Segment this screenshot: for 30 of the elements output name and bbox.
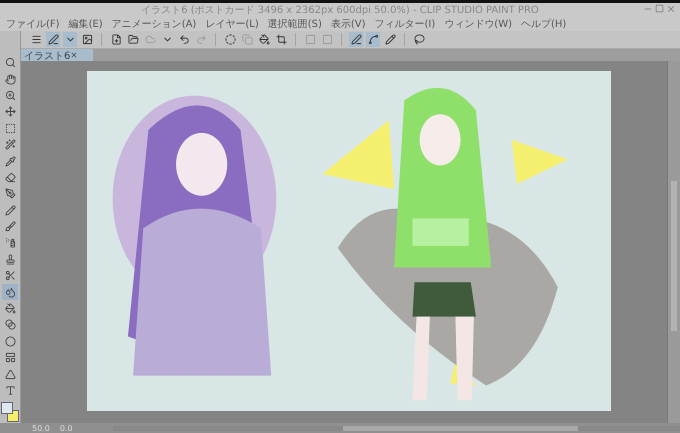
angle-value: 0.0 [60, 424, 73, 432]
menu-item[interactable]: ヘルプ(H) [521, 17, 566, 31]
menu-item[interactable]: 表示(V) [330, 17, 366, 31]
color-swatches-icon[interactable] [0, 401, 20, 424]
image-icon[interactable] [80, 32, 94, 47]
scrollbar[interactable] [112, 426, 680, 430]
menu-item[interactable]: レイヤー(L) [205, 17, 259, 31]
circle-icon[interactable] [223, 32, 237, 47]
menu-item[interactable]: フィルター(I) [374, 17, 436, 31]
caret-icon[interactable] [63, 32, 77, 47]
close-icon[interactable] [666, 4, 676, 14]
zoom-value: 50.0 [32, 424, 50, 432]
pen-icon[interactable] [349, 32, 363, 47]
menu-item[interactable]: 選択範囲(S) [268, 17, 322, 31]
document-tab[interactable]: イラスト6 [21, 49, 93, 61]
close-icon[interactable] [70, 51, 78, 59]
crop-icon[interactable] [274, 32, 288, 47]
paint-bucket-icon[interactable] [257, 32, 271, 47]
curve-icon[interactable] [366, 32, 380, 47]
lasso-icon[interactable] [412, 32, 426, 47]
menu-item[interactable]: 編集(E) [68, 17, 103, 31]
droplets-icon[interactable] [2, 284, 18, 300]
window-title: イラスト6 (ポストカード 3496 x 2362px 600dpi 50.0%) - CLIP STUDIO PAINT PRO [141, 4, 539, 17]
menu-item[interactable]: ウィンドウ(W) [444, 17, 512, 31]
pen-icon[interactable] [46, 32, 60, 47]
scrollbar[interactable] [667, 61, 680, 423]
menu-item[interactable]: アニメーション(A) [112, 17, 196, 31]
pencil-icon[interactable] [383, 32, 397, 47]
maximize-icon[interactable] [655, 4, 664, 13]
menu-item[interactable]: ファイル(F) [6, 17, 60, 31]
